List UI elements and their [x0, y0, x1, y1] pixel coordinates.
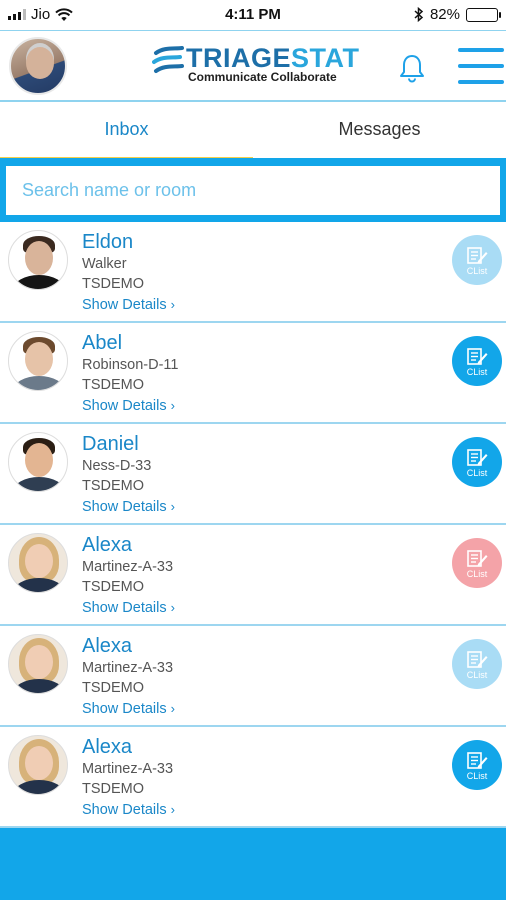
logo-mark-icon: [152, 46, 184, 73]
contact-subtitle: Martinez-A-33: [82, 660, 174, 676]
list-item[interactable]: Alexa Martinez-A-33 TSDEMO Show Details ›…: [0, 727, 506, 828]
clist-label: CList: [466, 569, 488, 579]
contact-org: TSDEMO: [82, 377, 145, 393]
chevron-right-icon: ›: [170, 297, 175, 312]
contact-subtitle: Martinez-A-33: [82, 761, 174, 777]
battery-icon: [466, 7, 501, 22]
contact-org: TSDEMO: [82, 478, 145, 494]
contact-subtitle: Ness-D-33: [82, 458, 152, 474]
contact-name: Alexa: [82, 635, 133, 657]
contact-org: TSDEMO: [82, 276, 145, 292]
contact-subtitle: Walker: [82, 256, 127, 272]
avatar: [8, 533, 68, 593]
clist-button[interactable]: CList: [452, 437, 502, 487]
show-details-link[interactable]: Show Details ›: [82, 799, 175, 821]
contact-subtitle: Martinez-A-33: [82, 559, 174, 575]
chevron-right-icon: ›: [170, 398, 175, 413]
bluetooth-icon: [414, 7, 424, 22]
list-item[interactable]: Abel Robinson-D-11 TSDEMO Show Details › …: [0, 323, 506, 424]
edit-list-icon: [467, 550, 488, 567]
avatar: [8, 230, 68, 290]
contact-name: Alexa: [82, 736, 133, 758]
logo-tagline: Communicate Collaborate: [188, 70, 337, 84]
clist-label: CList: [466, 367, 488, 377]
edit-list-icon: [467, 651, 488, 668]
clist-button[interactable]: CList: [452, 538, 502, 588]
list-item[interactable]: Alexa Martinez-A-33 TSDEMO Show Details ›…: [0, 525, 506, 626]
clist-button[interactable]: CList: [452, 639, 502, 689]
battery-percent: 82%: [429, 6, 460, 23]
search-bar: [0, 158, 506, 222]
contact-name: Daniel: [82, 433, 139, 455]
inbox-list: Eldon Walker TSDEMO Show Details › CList …: [0, 222, 506, 828]
clist-button[interactable]: CList: [452, 235, 502, 285]
contact-org: TSDEMO: [82, 680, 145, 696]
list-item[interactable]: Eldon Walker TSDEMO Show Details › CList: [0, 222, 506, 323]
contact-name: Abel: [82, 332, 123, 354]
edit-list-icon: [467, 348, 488, 365]
avatar: [8, 432, 68, 492]
chevron-right-icon: ›: [170, 701, 175, 716]
avatar: [8, 634, 68, 694]
contact-name: Eldon: [82, 231, 134, 253]
tab-bar: Inbox Messages: [0, 102, 506, 160]
edit-list-icon: [467, 247, 488, 264]
clist-label: CList: [466, 670, 488, 680]
clist-label: CList: [466, 468, 488, 478]
list-item[interactable]: Alexa Martinez-A-33 TSDEMO Show Details ›…: [0, 626, 506, 727]
menu-icon[interactable]: [458, 48, 504, 84]
app-header: TRIAGESTAT Communicate Collaborate: [0, 30, 506, 102]
chevron-right-icon: ›: [170, 499, 175, 514]
tab-messages[interactable]: Messages: [253, 102, 506, 158]
tab-inbox[interactable]: Inbox: [0, 102, 253, 160]
logo-text: TRIAGESTAT: [186, 43, 360, 73]
search-input[interactable]: [6, 166, 500, 215]
show-details-link[interactable]: Show Details ›: [82, 294, 175, 316]
bell-icon[interactable]: [398, 53, 426, 83]
clist-button[interactable]: CList: [452, 336, 502, 386]
status-bar: Jio 4:11 PM 82%: [0, 0, 506, 30]
show-details-link[interactable]: Show Details ›: [82, 597, 175, 619]
contact-subtitle: Robinson-D-11: [82, 357, 179, 373]
show-details-link[interactable]: Show Details ›: [82, 496, 175, 518]
list-item[interactable]: Daniel Ness-D-33 TSDEMO Show Details › CL…: [0, 424, 506, 525]
contact-org: TSDEMO: [82, 579, 145, 595]
chevron-right-icon: ›: [170, 600, 175, 615]
show-details-link[interactable]: Show Details ›: [82, 395, 178, 417]
clist-label: CList: [466, 771, 488, 781]
avatar[interactable]: [9, 37, 67, 95]
bottom-bar: [0, 828, 506, 900]
clist-label: CList: [466, 266, 488, 276]
edit-list-icon: [467, 752, 488, 769]
show-details-link[interactable]: Show Details ›: [82, 698, 175, 720]
triagestat-logo: TRIAGESTAT Communicate Collaborate: [152, 43, 359, 87]
avatar: [8, 331, 68, 391]
clist-button[interactable]: CList: [452, 740, 502, 790]
chevron-right-icon: ›: [170, 802, 175, 817]
contact-org: TSDEMO: [82, 781, 145, 797]
avatar: [8, 735, 68, 795]
contact-name: Alexa: [82, 534, 133, 556]
edit-list-icon: [467, 449, 488, 466]
